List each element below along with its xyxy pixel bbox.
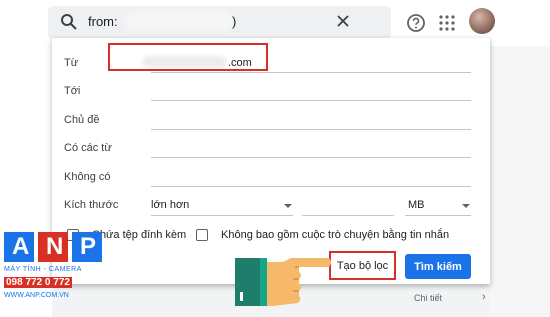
size-unit-underline [405,215,471,216]
exclude-chats-label[interactable]: Không bao gồm cuộc trò chuyện bằng tin n… [221,229,449,241]
from-field[interactable] [151,72,471,73]
has-words-field[interactable] [151,157,471,158]
watermark-letter: N [46,233,64,260]
size-operator-select[interactable]: lớn hơn [151,199,189,211]
watermark-tagline: MÁY TÍNH - CAMERA [4,266,82,273]
to-label: Tới [64,85,81,97]
search-query-suffix[interactable]: ) [232,14,236,29]
background-text: Chi tiết [414,293,443,303]
subject-label: Chủ đề [64,114,100,126]
watermark-phone: 098 772 0 772 [4,277,72,288]
watermark-letter: P [80,233,97,260]
to-field[interactable] [151,100,471,101]
size-value-field[interactable] [302,215,394,216]
doesnt-have-label: Không có [64,171,111,183]
size-label: Kích thước [64,199,119,211]
avatar[interactable] [469,8,495,34]
doesnt-have-field[interactable] [151,186,471,187]
caret-down-icon[interactable] [462,204,470,208]
has-words-label: Có các từ [64,142,112,154]
watermark-letter: A [12,233,30,260]
size-unit-select[interactable]: MB [408,199,425,211]
search-query-blurred [125,11,233,31]
search-icon[interactable] [60,13,78,31]
watermark-website: WWW.ANP.COM.VN [4,292,69,299]
apps-icon[interactable] [439,15,455,31]
search-query-prefix[interactable]: from: [88,14,118,29]
size-operator-underline [151,215,293,216]
background-right [490,46,550,317]
search-button[interactable]: Tìm kiếm [405,254,471,279]
close-icon[interactable] [336,14,350,28]
exclude-chats-checkbox[interactable] [196,229,208,241]
subject-field[interactable] [151,129,471,130]
chevron-right-icon: › [482,291,486,303]
search-filter-panel [52,38,490,284]
caret-down-icon[interactable] [284,204,292,208]
has-attachment-label[interactable]: Chứa tệp đính kèm [92,229,186,241]
from-highlight-box [108,43,268,71]
help-icon[interactable] [406,13,426,33]
from-label: Từ [64,57,79,69]
create-filter-highlight-box [329,251,396,280]
pointing-hand-icon [235,258,331,306]
